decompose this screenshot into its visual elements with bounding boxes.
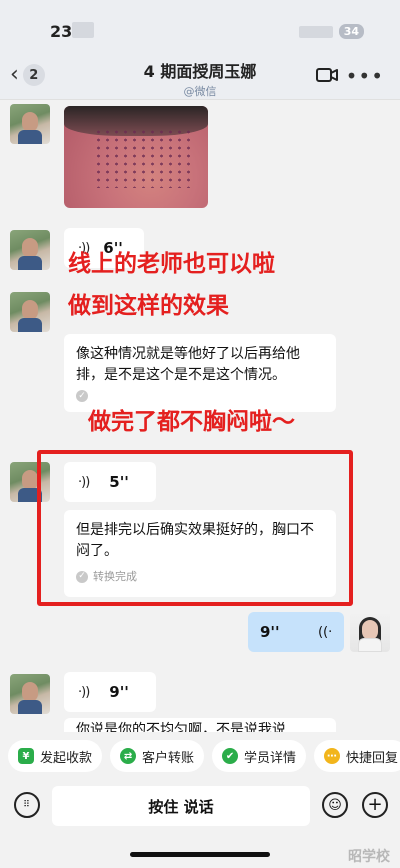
image-message[interactable] xyxy=(64,106,208,208)
status-time: 23 xyxy=(50,22,73,41)
overlay-caption: 线上的老师也可以啦 xyxy=(68,251,275,277)
convert-status: ✓ xyxy=(76,390,324,402)
self-avatar[interactable] xyxy=(350,612,390,652)
chip-label: 客户转账 xyxy=(142,750,195,766)
keyboard-icon[interactable]: ⠿ xyxy=(14,792,40,818)
transcript-text: 像这种情况就是等他好了以后再给他排，是不是这个是不是这个情况。 xyxy=(76,346,300,383)
voice-message[interactable]: ·)) 9'' xyxy=(64,672,156,712)
voice-wave-icon: ·)) xyxy=(317,624,332,640)
plus-icon[interactable]: + xyxy=(362,792,388,818)
transfer-icon: ⇄ xyxy=(120,748,137,764)
voice-wave-icon: ·)) xyxy=(78,684,90,700)
status-bar: 23 34 xyxy=(0,0,400,52)
payment-icon: ¥ xyxy=(18,748,34,764)
voice-duration: 9'' xyxy=(260,623,280,641)
video-camera-icon[interactable] xyxy=(316,66,338,84)
status-redacted-icons xyxy=(298,25,333,38)
avatar[interactable] xyxy=(10,292,50,332)
student-icon: ✔ xyxy=(222,748,239,764)
chat-subtitle: @微信 xyxy=(183,85,217,98)
chat-title-area[interactable]: 4 期面授周玉娜 @微信 xyxy=(0,58,400,99)
emoji-icon[interactable]: ☺ xyxy=(322,792,348,818)
chip-label: 快捷回复 xyxy=(346,750,399,766)
check-icon: ✓ xyxy=(76,390,88,402)
chat-area[interactable]: ·)) 6'' 像这种情况就是等他好了以后再给他排，是不是这个是不是这个情况。 … xyxy=(0,100,400,732)
avatar[interactable] xyxy=(10,674,50,714)
transcript-text: 你说是你的不均匀啊，不是说我说 xyxy=(76,722,286,732)
battery-icon: 34 xyxy=(338,24,364,39)
more-dots-icon[interactable]: ••• xyxy=(346,64,384,88)
self-voice-message[interactable]: 9'' ·)) xyxy=(248,612,344,652)
voice-transcript[interactable]: 你说是你的不均匀啊，不是说我说 xyxy=(64,718,336,732)
quick-reply-icon: ⋯ xyxy=(324,748,341,764)
customer-transfer-button[interactable]: ⇄ 客户转账 xyxy=(110,740,205,772)
quick-action-bar: ¥ 发起收款 ⇄ 客户转账 ✔ 学员详情 ⋯ 快捷回复 xyxy=(0,732,400,780)
status-right: 34 xyxy=(298,24,364,39)
chat-title: 4 期面授周玉娜 xyxy=(143,62,257,81)
collect-payment-button[interactable]: ¥ 发起收款 xyxy=(8,740,103,772)
chip-label: 发起收款 xyxy=(40,750,93,766)
overlay-caption: 做到这样的效果 xyxy=(68,293,229,319)
watermark-logo: 昭学校 xyxy=(348,849,390,865)
voice-transcript[interactable]: 像这种情况就是等他好了以后再给他排，是不是这个是不是这个情况。 ✓ xyxy=(64,334,336,412)
avatar[interactable] xyxy=(10,230,50,270)
student-details-button[interactable]: ✔ 学员详情 xyxy=(212,740,307,772)
avatar[interactable] xyxy=(10,104,50,144)
home-indicator xyxy=(130,852,270,857)
quick-reply-button[interactable]: ⋯ 快捷回复 xyxy=(314,740,400,772)
highlight-box xyxy=(37,450,353,606)
status-redacted xyxy=(72,22,94,38)
chip-label: 学员详情 xyxy=(244,750,297,766)
voice-duration: 9'' xyxy=(109,683,129,701)
hold-to-talk-button[interactable]: 按住 说话 xyxy=(52,786,310,826)
overlay-caption: 做完了都不胸闷啦～ xyxy=(88,409,295,435)
chat-header: ‹ 2 4 期面授周玉娜 @微信 ••• xyxy=(0,52,400,100)
